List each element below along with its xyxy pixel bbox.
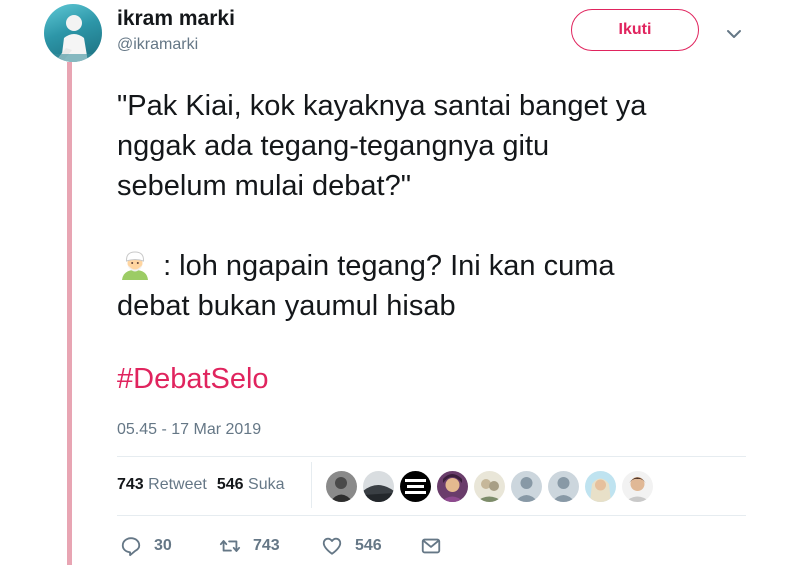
retweet-button[interactable]: 743 [219,534,280,558]
heart-icon [322,537,342,555]
liker-avatar[interactable] [362,470,395,503]
man-with-turban-icon [117,248,153,280]
tweet-text: "Pak Kiai, kok kayaknya santai banget ya… [117,86,757,326]
envelope-icon [421,538,441,554]
tweet-line: "Pak Kiai, kok kayaknya santai banget ya [117,90,647,122]
engagement-stats: 743 Retweet 546 Suka [117,476,284,494]
follow-button[interactable]: Ikuti [571,9,699,51]
chevron-down-icon[interactable] [724,24,744,44]
thread-line [67,62,72,565]
tweet-line: nggak ada tegang-tegangnya gitu [117,130,550,162]
divider [311,462,312,508]
avatar[interactable] [44,4,102,62]
divider [117,456,746,457]
liker-avatar[interactable] [510,470,543,503]
retweet-icon [219,540,241,552]
liker-avatar[interactable] [325,470,358,503]
reply-button[interactable]: 30 [120,534,172,558]
liker-avatar[interactable] [621,470,654,503]
tweet-line: sebelum mulai debat?" [117,170,412,202]
liker-avatar[interactable] [547,470,580,503]
user-handle[interactable]: @ikramarki [117,36,198,54]
tweet-timestamp[interactable]: 05.45 - 17 Mar 2019 [117,421,261,439]
hashtag-link[interactable]: #DebatSelo [117,363,269,396]
tweet-line-text: : loh ngapain tegang? Ini kan cuma [163,250,615,282]
retweet-stat[interactable]: 743 Retweet [117,476,207,493]
reply-icon [121,537,141,557]
like-button[interactable]: 546 [321,534,382,558]
liker-avatar[interactable] [436,470,469,503]
divider [117,515,746,516]
like-stat[interactable]: 546 Suka [217,476,285,493]
tweet-line: : loh ngapain tegang? Ini kan cuma [117,246,757,286]
reply-count: 30 [154,537,172,554]
direct-message-button[interactable] [420,534,454,558]
display-name[interactable]: ikram marki [117,7,235,31]
liker-avatar[interactable] [584,470,617,503]
tweet-line: debat bukan yaumul hisab [117,290,456,322]
like-count: 546 [355,537,382,554]
retweet-count: 743 [253,537,280,554]
liker-avatar[interactable] [399,470,432,503]
liker-avatar[interactable] [473,470,506,503]
